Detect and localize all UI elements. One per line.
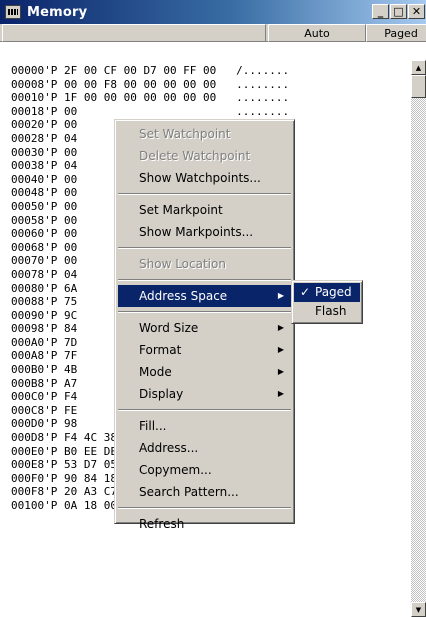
vertical-scrollbar[interactable]: ▲ ▼ <box>411 60 426 617</box>
menu-item-address-space[interactable]: Address Space ▶ <box>118 285 291 307</box>
menu-item-fill[interactable]: Fill... <box>118 415 291 437</box>
menu-item-label: Mode <box>139 365 172 379</box>
scroll-up-icon[interactable]: ▲ <box>411 60 426 75</box>
menu-item-set-watchpoint: Set Watchpoint <box>139 127 231 141</box>
menu-item-address[interactable]: Address... <box>118 437 291 459</box>
memory-row[interactable]: 00000'P 2F 00 CF 00 D7 00 FF 00 /....... <box>11 64 411 78</box>
menu-item-copymem[interactable]: Copymem... <box>118 459 291 481</box>
submenu-arrow-icon: ▶ <box>277 323 284 332</box>
memory-window-icon <box>5 5 21 19</box>
menu-separator <box>118 311 291 313</box>
menu-separator <box>118 409 291 411</box>
submenu-item-flash[interactable]: Flash <box>294 302 360 321</box>
submenu-arrow-icon: ▶ <box>277 389 284 398</box>
menu-item-set-markpoint[interactable]: Set Markpoint <box>118 199 291 221</box>
menu-item-show-watchpoints[interactable]: Show Watchpoints... <box>118 167 291 189</box>
title-bar: Memory _ □ ✕ <box>0 0 426 24</box>
menu-item-word-size[interactable]: Word Size ▶ <box>118 317 291 339</box>
memory-row[interactable]: 00008'P 00 00 F8 00 00 00 00 00 ........ <box>11 78 411 92</box>
submenu-item-paged[interactable]: ✓ Paged <box>294 283 360 302</box>
menu-item-label: Address Space <box>139 289 228 303</box>
menu-item-mode[interactable]: Mode ▶ <box>118 361 291 383</box>
menu-item-format[interactable]: Format ▶ <box>118 339 291 361</box>
close-button[interactable]: ✕ <box>408 4 425 19</box>
menu-separator <box>118 507 291 509</box>
window-title: Memory <box>27 4 88 20</box>
menu-item-label: Format <box>139 343 182 357</box>
submenu-item-label: Paged <box>315 285 352 299</box>
menu-item-refresh[interactable]: Refresh <box>118 513 291 535</box>
menu-item-label: Word Size <box>139 321 199 335</box>
memory-row[interactable]: 00018'P 00 ........ <box>11 105 411 119</box>
menu-item-delete-watchpoint: Delete Watchpoint <box>139 149 251 163</box>
column-header: Auto Paged <box>0 24 426 42</box>
checkmark-icon: ✓ <box>300 285 311 299</box>
header-address-column[interactable] <box>2 24 266 42</box>
scroll-down-icon[interactable]: ▼ <box>411 602 426 617</box>
menu-item-search-pattern[interactable]: Search Pattern... <box>118 481 291 503</box>
memory-row[interactable]: 00010'P 1F 00 00 00 00 00 00 00 ........ <box>11 91 411 105</box>
address-space-submenu: ✓ Paged Flash <box>291 280 363 324</box>
minimize-button[interactable]: _ <box>372 4 389 19</box>
menu-item-label: Display <box>139 387 184 401</box>
header-paged-column[interactable]: Paged <box>366 24 426 42</box>
menu-separator <box>118 193 291 195</box>
context-menu: Set Watchpoint Delete Watchpoint Show Wa… <box>114 119 295 531</box>
menu-item-show-location: Show Location <box>139 257 226 271</box>
menu-separator <box>118 279 291 281</box>
menu-item-display[interactable]: Display ▶ <box>118 383 291 405</box>
maximize-button[interactable]: □ <box>390 4 407 19</box>
submenu-item-label: Flash <box>315 304 347 318</box>
submenu-arrow-icon: ▶ <box>277 291 284 300</box>
submenu-arrow-icon: ▶ <box>277 367 284 376</box>
scroll-thumb[interactable] <box>411 75 426 98</box>
menu-separator <box>118 247 291 249</box>
header-auto-column[interactable]: Auto <box>268 24 366 42</box>
menu-item-show-markpoints[interactable]: Show Markpoints... <box>118 221 291 243</box>
submenu-arrow-icon: ▶ <box>277 345 284 354</box>
